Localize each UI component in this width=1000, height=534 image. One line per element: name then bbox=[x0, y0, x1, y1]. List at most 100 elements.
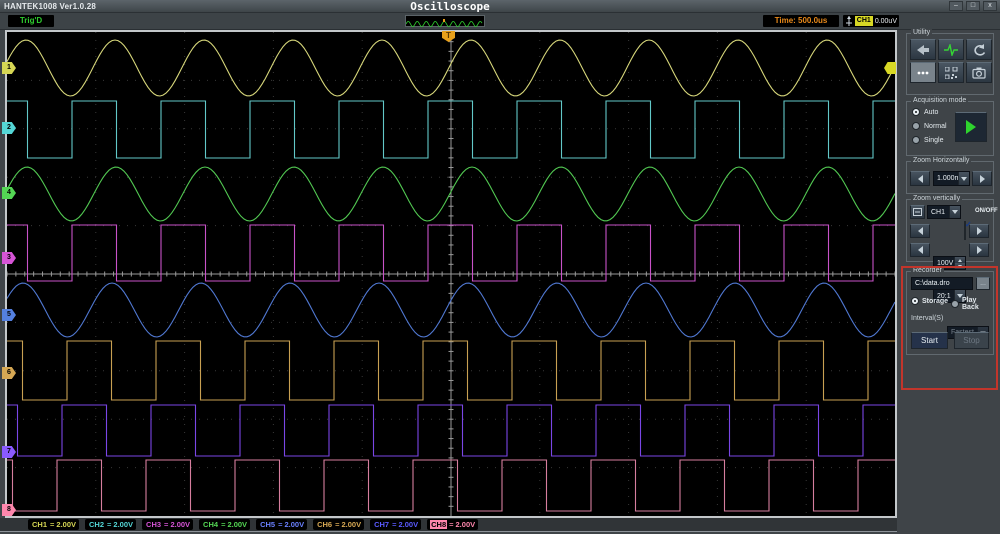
channel-badge-ch1[interactable]: CH1 = 2.00V bbox=[28, 519, 80, 530]
channel-coupling-icon: = bbox=[107, 520, 112, 529]
undo-button[interactable] bbox=[966, 39, 992, 60]
trigger-source-badge[interactable]: CH1 bbox=[854, 16, 873, 26]
waveform-icon bbox=[944, 43, 958, 56]
camera-icon bbox=[972, 67, 986, 79]
more-options-button[interactable] bbox=[910, 62, 936, 83]
channel-badge-name: CH1 bbox=[32, 520, 48, 529]
timebase-select[interactable]: 1.000ms bbox=[933, 171, 970, 186]
waveform-button[interactable] bbox=[938, 39, 964, 60]
record-file-input[interactable]: C:\data.dro bbox=[911, 277, 973, 290]
radio-storage[interactable]: Storage bbox=[911, 297, 948, 305]
ellipsis-icon bbox=[917, 71, 929, 74]
channel-coupling-icon: = bbox=[449, 520, 454, 529]
scope-plot bbox=[7, 32, 895, 516]
recorder-group: Recorder C:\data.dro ... Storage Play Ba… bbox=[906, 267, 994, 355]
timebase-decrease-button[interactable] bbox=[910, 171, 930, 186]
radio-normal[interactable]: Normal bbox=[912, 122, 947, 130]
close-button[interactable]: x bbox=[983, 1, 997, 11]
zoom-vertical-label: Zoom vertically bbox=[911, 195, 963, 202]
zoom-vertical-group: Zoom vertically CH1 ON/OFF 100V 20:1 bbox=[906, 195, 998, 303]
record-file-path: C:\data.dro bbox=[915, 280, 950, 287]
channel-tool-icon bbox=[913, 208, 922, 216]
right-arrow-icon bbox=[979, 174, 985, 183]
channel-select[interactable]: CH1 bbox=[927, 205, 961, 219]
channel-badge-value: 2.00V bbox=[113, 520, 134, 529]
probe-decrease-button[interactable] bbox=[910, 243, 930, 257]
spinner-arrows[interactable] bbox=[954, 257, 965, 269]
timebase-increase-button[interactable] bbox=[972, 171, 992, 186]
channel-coupling-icon: = bbox=[278, 520, 283, 529]
start-button[interactable]: Start bbox=[911, 332, 948, 349]
radio-single[interactable]: Single bbox=[912, 136, 947, 144]
maximize-button[interactable]: □ bbox=[966, 1, 980, 11]
minimize-button[interactable]: – bbox=[949, 1, 963, 11]
channel-badge-ch4[interactable]: CH4 = 2.00V bbox=[199, 519, 251, 530]
toolbar: Trig'D Time: 500.0us CH1 0.00uV bbox=[0, 13, 1000, 30]
channel-badge-ch5[interactable]: CH5 = 2.00V bbox=[256, 519, 308, 530]
channel-badge-ch6[interactable]: CH6 = 2.00V bbox=[313, 519, 365, 530]
zoom-horizontal-label: Zoom Horizontally bbox=[911, 157, 972, 164]
channel-coupling-icon: = bbox=[221, 520, 226, 529]
utility-group-label: Utility bbox=[911, 29, 933, 36]
browse-button[interactable]: ... bbox=[976, 277, 990, 290]
scope-display[interactable]: T 12435678 bbox=[2, 30, 897, 518]
play-icon bbox=[966, 120, 976, 134]
radio-auto-icon bbox=[912, 108, 920, 116]
channel-badge-ch3[interactable]: CH3 = 2.00V bbox=[142, 519, 194, 530]
channel-badge-value: 2.00V bbox=[56, 520, 77, 529]
channel-badge-value: 2.00V bbox=[170, 520, 191, 529]
channel-badge-name: CH3 bbox=[146, 520, 162, 529]
radio-normal-icon bbox=[912, 122, 920, 130]
channel-badge-ch8[interactable]: CH8 = 2.00V bbox=[427, 519, 479, 530]
radio-storage-icon bbox=[911, 297, 919, 305]
radio-playback-icon bbox=[951, 300, 959, 308]
channel-badge-ch2[interactable]: CH2 = 2.00V bbox=[85, 519, 137, 530]
trigger-level-value: 0.00uV bbox=[874, 17, 897, 25]
radio-playback-label: Play Back bbox=[962, 297, 979, 311]
channel-status-bar: CH1 = 2.00V CH2 = 2.00V CH3 = 2.00V CH4 = 2.00V CH5 =… bbox=[0, 518, 897, 531]
channel-coupling-icon: = bbox=[164, 520, 169, 529]
waveform-preview[interactable] bbox=[405, 15, 485, 28]
probe-increase-button[interactable] bbox=[969, 243, 989, 257]
qr-code-button[interactable] bbox=[938, 62, 964, 83]
back-button[interactable] bbox=[910, 39, 936, 60]
radio-auto[interactable]: Auto bbox=[912, 108, 947, 116]
volts-decrease-button[interactable] bbox=[910, 224, 930, 238]
screenshot-button[interactable] bbox=[966, 62, 992, 83]
qr-code-icon bbox=[944, 66, 957, 79]
run-button[interactable] bbox=[955, 112, 987, 142]
channel-badge-value: 2.00V bbox=[341, 520, 362, 529]
dropdown-arrow-icon[interactable] bbox=[958, 172, 969, 185]
right-arrow-icon bbox=[976, 246, 982, 254]
volts-increase-button[interactable] bbox=[969, 224, 989, 238]
title-bar: HANTEK1008 Ver1.0.28 Oscilloscope – □ x bbox=[0, 0, 1000, 13]
acquisition-options: Auto Normal Single bbox=[912, 108, 947, 144]
channel-badge-value: 2.00V bbox=[398, 520, 419, 529]
timebase-readout: Time: 500.0us bbox=[763, 15, 839, 27]
left-arrow-icon bbox=[917, 174, 923, 183]
utility-group: Utility bbox=[906, 29, 994, 95]
radio-playback[interactable]: Play Back bbox=[951, 297, 993, 311]
channel-badge-value: 2.00V bbox=[227, 520, 248, 529]
channel-onoff-checkbox[interactable] bbox=[964, 221, 966, 240]
left-arrow-icon bbox=[917, 227, 923, 235]
channel-badge-ch7[interactable]: CH7 = 2.00V bbox=[370, 519, 422, 530]
bottom-divider bbox=[0, 531, 897, 532]
trigger-status-badge: Trig'D bbox=[8, 15, 54, 27]
window-title: HANTEK1008 Ver1.0.28 bbox=[4, 2, 97, 11]
trigger-level-icon bbox=[846, 16, 852, 26]
channel-badge-name: CH7 bbox=[374, 520, 390, 529]
app-title: Oscilloscope bbox=[410, 0, 490, 13]
channel-badge-value: 2.00V bbox=[284, 520, 305, 529]
onoff-label: ON/OFF bbox=[975, 208, 998, 214]
radio-single-icon bbox=[912, 136, 920, 144]
channel-badge-name: CH4 bbox=[203, 520, 219, 529]
mini-waveform-icon bbox=[405, 19, 483, 28]
interval-label: Interval(S) bbox=[911, 315, 944, 322]
recorder-group-label: Recorder bbox=[911, 267, 944, 274]
channel-badge-value: 2.00V bbox=[455, 520, 476, 529]
dropdown-arrow-icon[interactable] bbox=[949, 206, 960, 218]
volts-value: 100V bbox=[937, 259, 954, 267]
channel-badge-name: CH8 bbox=[430, 520, 448, 529]
channel-tool-button[interactable] bbox=[910, 205, 925, 219]
